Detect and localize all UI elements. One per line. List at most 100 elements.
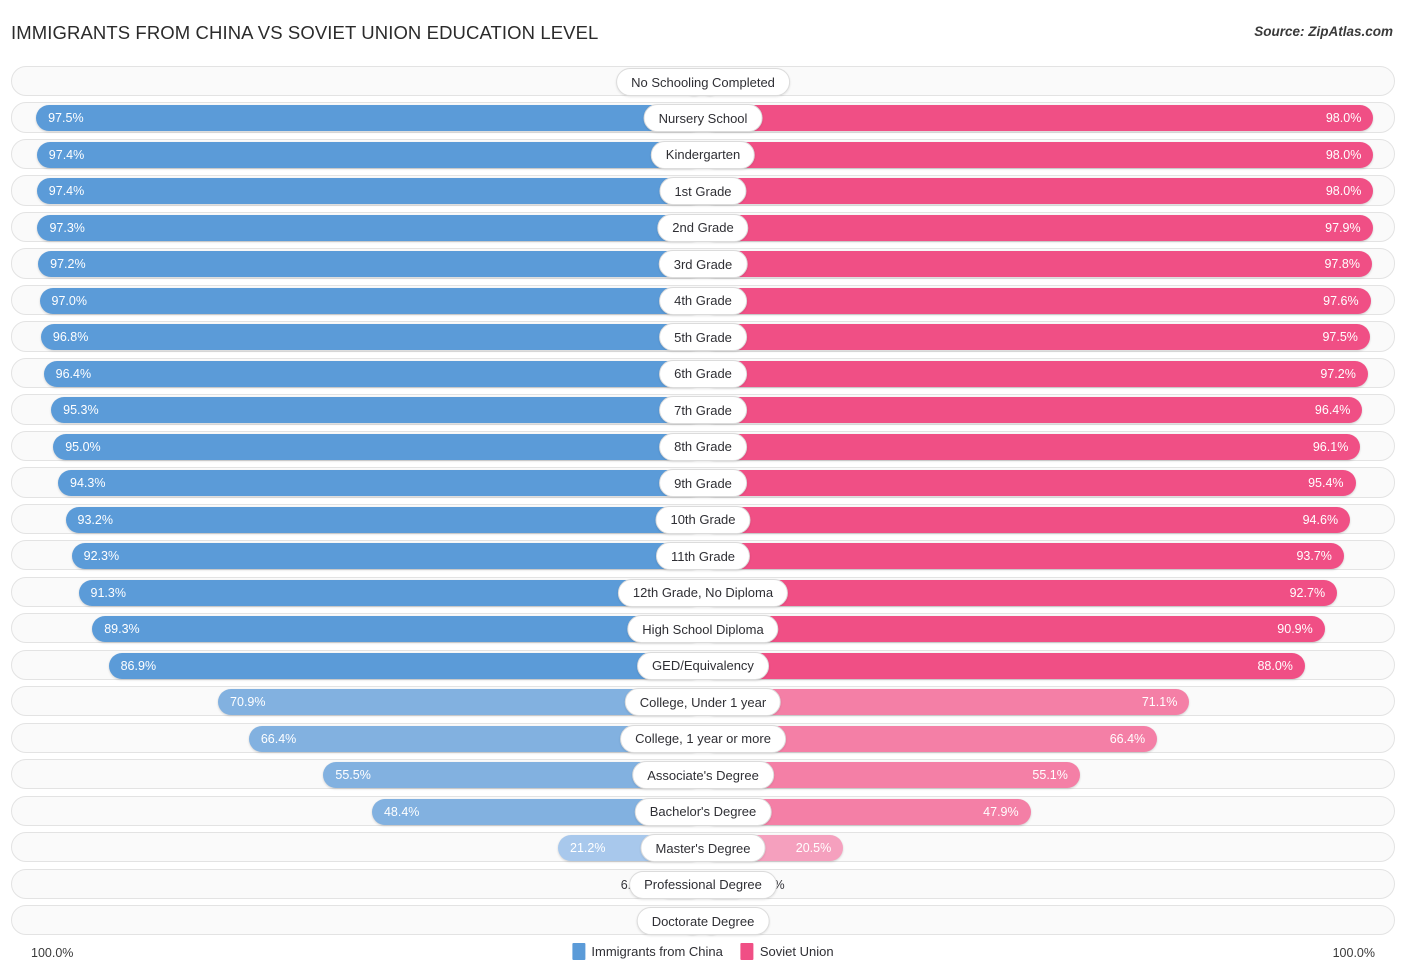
category-label-pill: GED/Equivalency [637, 651, 769, 680]
bar-value-right: 92.7% [1289, 585, 1326, 600]
category-label-pill: 8th Grade [659, 432, 747, 461]
bar-row: 55.5% 55.1% Associate's Degree [11, 759, 1395, 790]
bar-row-inner: 21.2% 20.5% Master's Degree [12, 833, 1394, 863]
category-label-pill: No Schooling Completed [616, 68, 790, 96]
bar-right-soviet-union: 98.0% [703, 105, 1374, 132]
chart-footer: 100.0% Immigrants from China Soviet Union… [11, 943, 1395, 967]
category-label-pill: College, 1 year or more [620, 724, 786, 753]
bar-row: 96.4% 97.2% 6th Grade [11, 357, 1395, 389]
bar-right-soviet-union: 96.1% [703, 433, 1361, 460]
bar-row: 97.4% 98.0% Kindergarten [11, 138, 1395, 170]
bar-value-left: 21.2% [570, 841, 606, 856]
axis-label-left: 100.0% [31, 946, 74, 960]
category-label-pill: 11th Grade [655, 542, 751, 571]
bar-right-soviet-union: 96.4% [703, 397, 1363, 424]
bar-row: 66.4% 66.4% College, 1 year or more [11, 722, 1395, 753]
bar-value-left: 48.4% [383, 804, 420, 819]
bar-value-right: 97.9% [1325, 220, 1361, 235]
category-label-pill: 10th Grade [655, 505, 751, 534]
bar-value-right: 98.0% [1325, 147, 1362, 162]
bar-row: 95.3% 96.4% 7th Grade [11, 394, 1395, 425]
bar-left-china: 97.5% [36, 105, 703, 132]
category-label-pill: Associate's Degree [632, 761, 774, 790]
bar-row-inner: 97.4% 98.0% Kindergarten [12, 140, 1394, 169]
bar-value-right: 98.0% [1325, 111, 1362, 126]
bar-right-soviet-union: 94.6% [703, 506, 1351, 533]
bar-row-inner: 93.2% 94.6% 10th Grade [12, 505, 1394, 534]
bar-row: 89.3% 90.9% High School Diploma [11, 613, 1395, 644]
bar-row-inner: 96.4% 97.2% 6th Grade [12, 359, 1394, 388]
bar-right-soviet-union: 92.7% [703, 579, 1338, 606]
page-title: IMMIGRANTS FROM CHINA VS SOVIET UNION ED… [11, 22, 599, 43]
category-label-pill: 1st Grade [659, 177, 747, 206]
bar-value-left: 91.3% [90, 585, 126, 600]
bar-row: 97.3% 97.9% 2nd Grade [11, 211, 1395, 243]
bar-value-right: 66.4% [1109, 731, 1146, 746]
bar-left-china: 97.2% [38, 251, 703, 278]
bar-row-inner: 97.2% 97.8% 3rd Grade [12, 249, 1394, 279]
bar-value-left: 97.4% [48, 184, 85, 199]
bar-row-inner: 97.5% 98.0% Nursery School [12, 103, 1394, 133]
bar-right-soviet-union: 88.0% [703, 652, 1305, 679]
bar-value-right: 90.9% [1277, 622, 1313, 637]
bar-row-inner: 97.4% 98.0% 1st Grade [12, 176, 1394, 206]
bar-rows-container: 2.6%2.0%No Schooling Completed 97.5% 98.0%… [11, 66, 1395, 942]
bar-value-right: 96.1% [1312, 439, 1349, 454]
bar-value-left: 97.3% [49, 220, 85, 235]
category-label-pill: Kindergarten [650, 140, 756, 169]
category-label-pill: Professional Degree [629, 870, 777, 899]
bar-right-soviet-union: 97.2% [703, 360, 1368, 387]
bar-row: 48.4% 47.9% Bachelor's Degree [11, 795, 1395, 826]
bar-row-inner: 55.5% 55.1% Associate's Degree [12, 760, 1394, 790]
legend-item[interactable]: Immigrants from China [572, 943, 723, 960]
category-label-pill: Master's Degree [640, 834, 766, 863]
bar-value-right: 93.7% [1296, 549, 1332, 564]
bar-row: 21.2% 20.5% Master's Degree [11, 832, 1395, 863]
axis-label-right: 100.0% [1332, 946, 1375, 960]
chart-header: IMMIGRANTS FROM CHINA VS SOVIET UNION ED… [0, 0, 1406, 58]
bar-value-left: 70.9% [230, 695, 266, 710]
bar-value-left: 96.4% [55, 366, 92, 381]
bar-value-right: 97.5% [1322, 330, 1358, 345]
bar-row: 96.8% 97.5% 5th Grade [11, 321, 1395, 352]
category-label-pill: 6th Grade [659, 359, 747, 388]
bar-row: 94.3% 95.4% 9th Grade [11, 467, 1395, 498]
bar-row: 97.4% 98.0% 1st Grade [11, 175, 1395, 206]
bar-right-soviet-union: 93.7% [703, 543, 1344, 570]
category-label-pill: 4th Grade [659, 286, 747, 315]
bar-left-china: 86.9% [108, 652, 703, 679]
bar-row-inner: 48.4% 47.9% Bachelor's Degree [12, 797, 1394, 826]
bar-value-left: 86.9% [120, 658, 157, 673]
bar-value-right: 97.6% [1323, 293, 1359, 308]
legend-item[interactable]: Soviet Union [740, 943, 834, 960]
legend-swatch-icon [740, 943, 754, 960]
bar-right-soviet-union: 98.0% [703, 141, 1374, 168]
legend-label: Soviet Union [759, 944, 834, 959]
category-label-pill: High School Diploma [627, 615, 779, 644]
category-label-pill: 5th Grade [659, 323, 747, 352]
bar-row: 93.2% 94.6% 10th Grade [11, 503, 1395, 534]
category-label-pill: 9th Grade [659, 469, 747, 498]
bar-row-inner: 95.0% 96.1% 8th Grade [12, 432, 1394, 461]
bar-row-inner: 97.3% 97.9% 2nd Grade [12, 213, 1394, 242]
category-label-pill: Doctorate Degree [636, 907, 770, 936]
chart-legend: Immigrants from China Soviet Union [572, 943, 834, 960]
bar-row: 86.9% 88.0% GED/Equivalency [11, 649, 1395, 680]
category-label-pill: 7th Grade [659, 396, 747, 425]
bar-value-left: 95.3% [63, 403, 99, 418]
bar-value-left: 93.2% [77, 512, 113, 527]
bar-left-china: 94.3% [58, 470, 703, 497]
bar-left-china: 97.4% [36, 178, 703, 205]
bar-value-right: 97.2% [1320, 366, 1356, 381]
category-label-pill: 2nd Grade [657, 213, 749, 242]
bar-left-china: 97.4% [36, 141, 703, 168]
category-label-pill: Bachelor's Degree [634, 797, 772, 826]
bar-value-right: 94.6% [1302, 512, 1339, 527]
bar-value-right: 88.0% [1257, 658, 1293, 673]
bar-value-left: 94.3% [70, 476, 106, 491]
bar-row-inner: 89.3% 90.9% High School Diploma [12, 614, 1394, 644]
bar-row-inner: 94.3% 95.4% 9th Grade [12, 468, 1394, 498]
legend-label: Immigrants from China [591, 944, 723, 959]
bar-row: 70.9% 71.1% College, Under 1 year [11, 686, 1395, 717]
bar-row: 97.0% 97.6% 4th Grade [11, 284, 1395, 316]
